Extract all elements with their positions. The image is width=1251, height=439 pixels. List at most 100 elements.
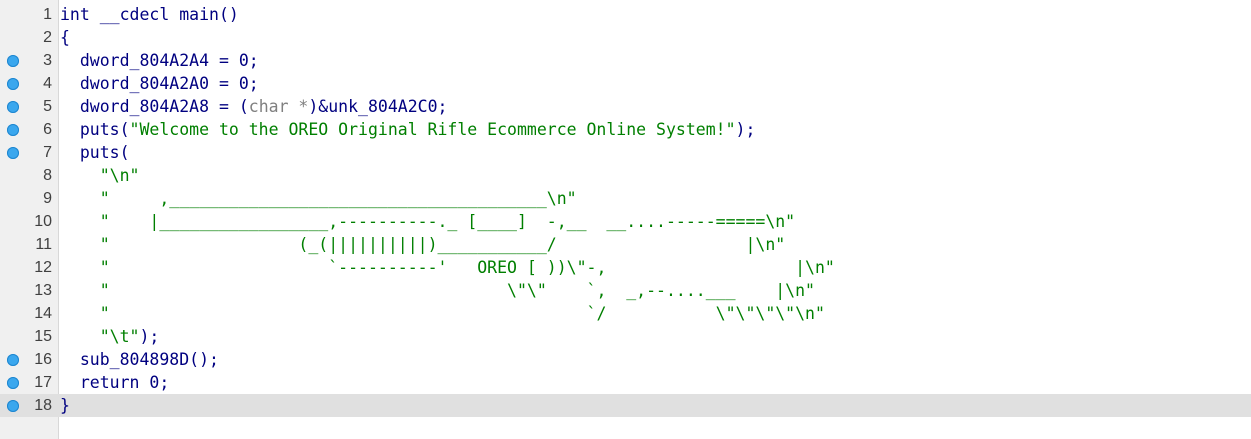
code-text: " (_(||||||||||)___________/ |\n": [60, 233, 785, 256]
breakpoint-marker-icon[interactable]: [7, 147, 19, 159]
code-token: dword_804A2A0 = 0;: [79, 74, 259, 93]
code-token: );: [139, 327, 160, 346]
code-text: {: [60, 26, 70, 49]
code-token: return 0;: [79, 373, 170, 392]
breakpoint-marker-icon[interactable]: [7, 78, 19, 90]
code-text: dword_804A2A8 = (char *)&unk_804A2C0;: [60, 95, 448, 118]
line-number: 9: [43, 190, 52, 207]
code-text: " `/ \"\"\"\"\n": [60, 302, 825, 325]
string-literal: " `/ \"\"\"\"\n": [99, 304, 825, 323]
code-token: sub_804898D();: [79, 350, 219, 369]
string-literal: "\n": [99, 166, 140, 185]
line-number: 12: [34, 259, 52, 276]
code-line[interactable]: 17 return 0;: [0, 371, 1251, 394]
code-token: }: [60, 396, 70, 415]
code-text: }: [60, 394, 70, 417]
code-text: " `----------' OREO [ ))\"-, |\n": [60, 256, 835, 279]
code-line[interactable]: 18}: [0, 394, 1251, 417]
line-number: 18: [34, 397, 52, 414]
pseudocode-editor[interactable]: 1 int __cdecl main() 2{3 dword_804A2A4 = 0…: [0, 0, 1251, 439]
type-token: char *: [248, 97, 309, 116]
breakpoint-marker-icon[interactable]: [7, 354, 19, 366]
code-line[interactable]: 14 " `/ \"\"\"\"\n": [0, 302, 1251, 325]
code-token: dword_804A2A8 = (: [79, 97, 249, 116]
line-number: 3: [43, 52, 52, 69]
breakpoint-marker-icon[interactable]: [7, 377, 19, 389]
code-text: dword_804A2A0 = 0;: [60, 72, 259, 95]
code-token: puts(: [79, 120, 130, 139]
string-literal: "\t": [99, 327, 140, 346]
code-text: int __cdecl main(): [60, 3, 239, 26]
code-text: sub_804898D();: [60, 348, 219, 371]
line-number: 17: [34, 374, 52, 391]
string-literal: " \"\" `, _,--....___ |\n": [99, 281, 815, 300]
code-line[interactable]: 7 puts(: [0, 141, 1251, 164]
code-line[interactable]: 8 "\n": [0, 164, 1251, 187]
code-line[interactable]: 12 " `----------' OREO [ ))\"-, |\n": [0, 256, 1251, 279]
line-number: 5: [43, 98, 52, 115]
code-line[interactable]: 13 " \"\" `, _,--....___ |\n": [0, 279, 1251, 302]
string-literal: "Welcome to the OREO Original Rifle Ecom…: [129, 120, 736, 139]
code-line[interactable]: 6 puts("Welcome to the OREO Original Rif…: [0, 118, 1251, 141]
code-token: );: [735, 120, 756, 139]
code-token: )&unk_804A2C0;: [308, 97, 448, 116]
code-text: "\n": [60, 164, 140, 187]
string-literal: " (_(||||||||||)___________/ |\n": [99, 235, 786, 254]
code-text: " ,_____________________________________…: [60, 187, 577, 210]
line-number: 15: [34, 328, 52, 345]
code-token: dword_804A2A4 = 0;: [79, 51, 259, 70]
line-number: 6: [43, 121, 52, 138]
line-number: 4: [43, 75, 52, 92]
line-number: 13: [34, 282, 52, 299]
code-token: int __cdecl main(): [60, 5, 239, 24]
line-number: 8: [43, 167, 52, 184]
line-number: 10: [34, 213, 52, 230]
code-text: puts(: [60, 141, 130, 164]
line-number: 1: [43, 6, 52, 23]
line-number: 16: [34, 351, 52, 368]
breakpoint-marker-icon[interactable]: [7, 55, 19, 67]
line-number: 7: [43, 144, 52, 161]
code-text: puts("Welcome to the OREO Original Rifle…: [60, 118, 756, 141]
code-line[interactable]: 11 " (_(||||||||||)___________/ |\n": [0, 233, 1251, 256]
line-number: 11: [35, 236, 52, 253]
code-token: puts(: [79, 143, 130, 162]
string-literal: " ,_____________________________________…: [99, 189, 577, 208]
line-number: 2: [43, 29, 52, 46]
breakpoint-marker-icon[interactable]: [7, 400, 19, 412]
code-line[interactable]: 16 sub_804898D();: [0, 348, 1251, 371]
code-line[interactable]: 3 dword_804A2A4 = 0;: [0, 49, 1251, 72]
breakpoint-marker-icon[interactable]: [7, 101, 19, 113]
code-text: dword_804A2A4 = 0;: [60, 49, 259, 72]
string-literal: " `----------' OREO [ ))\"-, |\n": [99, 258, 835, 277]
code-line[interactable]: 1 int __cdecl main(): [0, 3, 1251, 26]
line-number: 14: [34, 305, 52, 322]
code-line[interactable]: 10 " |_________________,----------._ [__…: [0, 210, 1251, 233]
breakpoint-marker-icon[interactable]: [7, 124, 19, 136]
code-line[interactable]: 2{: [0, 26, 1251, 49]
code-line[interactable]: 4 dword_804A2A0 = 0;: [0, 72, 1251, 95]
string-literal: " |_________________,----------._ [____]…: [99, 212, 796, 231]
code-line[interactable]: 9 " ,___________________________________…: [0, 187, 1251, 210]
code-token: {: [60, 28, 70, 47]
code-text: " \"\" `, _,--....___ |\n": [60, 279, 815, 302]
code-line[interactable]: 5 dword_804A2A8 = (char *)&unk_804A2C0;: [0, 95, 1251, 118]
code-line[interactable]: 15 "\t");: [0, 325, 1251, 348]
code-text: "\t");: [60, 325, 160, 348]
code-text: return 0;: [60, 371, 169, 394]
